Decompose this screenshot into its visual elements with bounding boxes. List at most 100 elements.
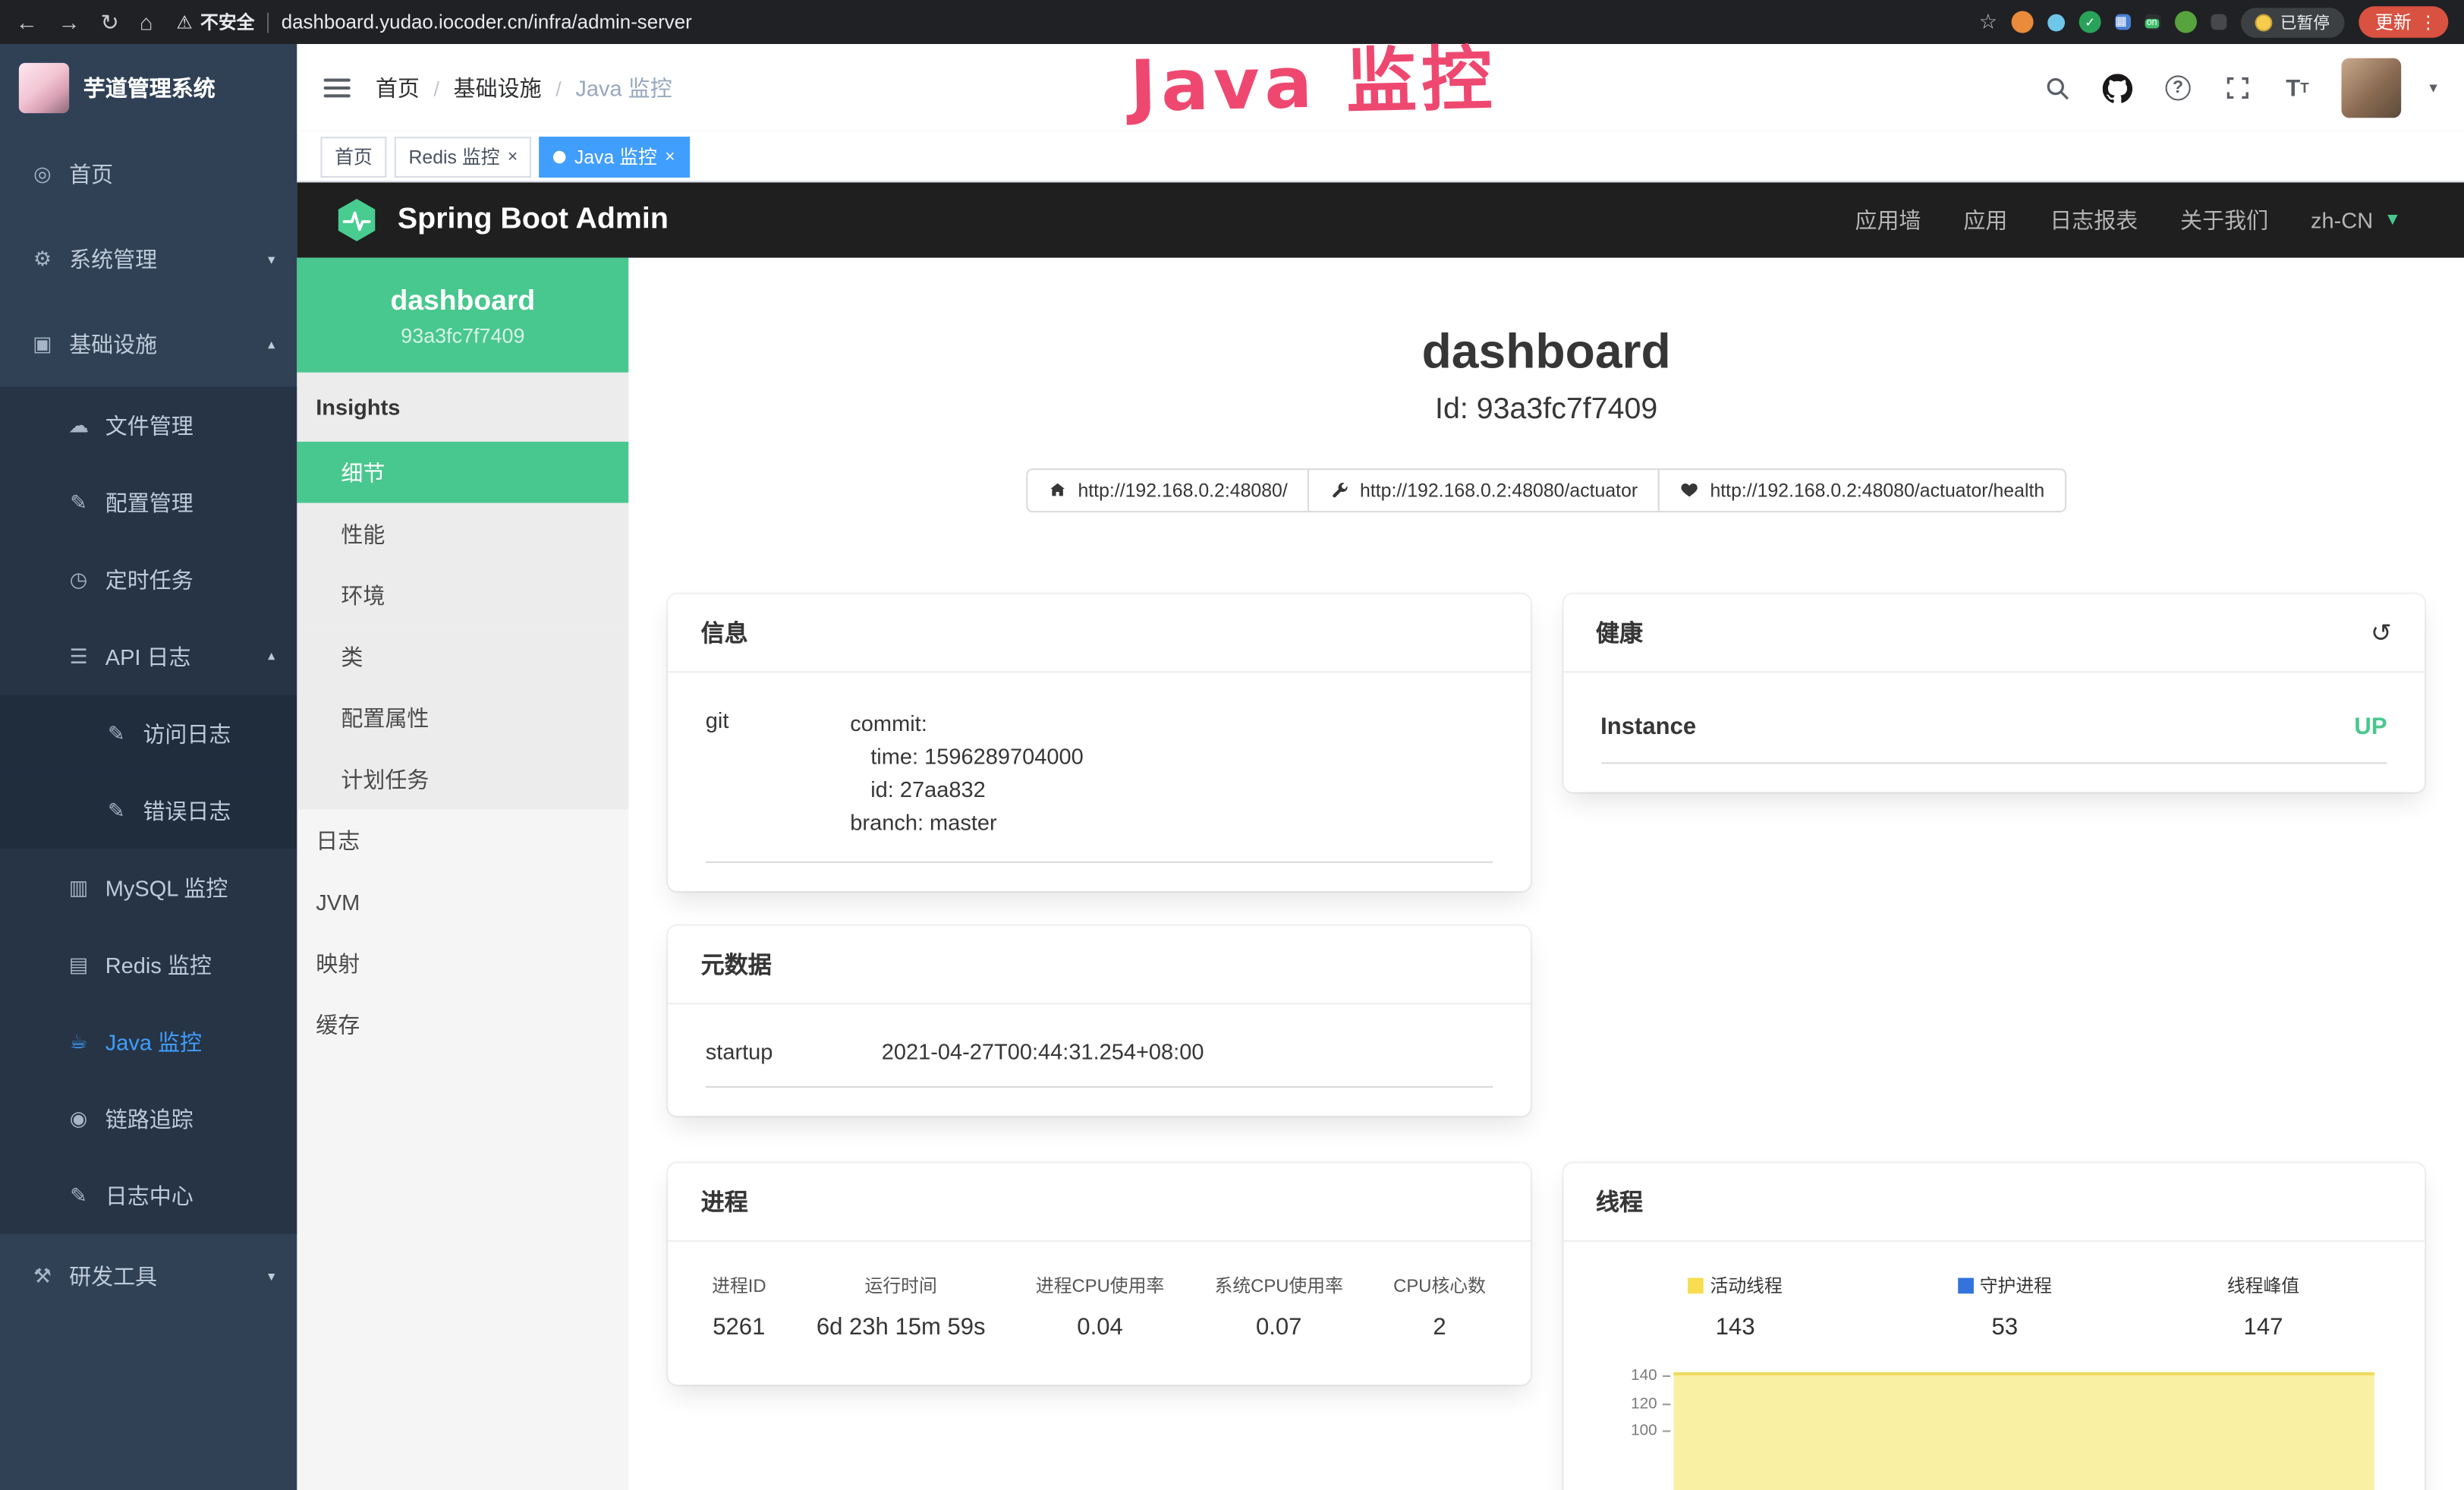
sba-menu-details[interactable]: 细节 (297, 442, 628, 503)
breadcrumb-separator: / (434, 76, 440, 99)
extension-icon[interactable]: ▦ (2115, 14, 2131, 30)
tab-redis-monitor[interactable]: Redis 监控 × (395, 136, 532, 177)
sba-navbar: Spring Boot Admin 应用墙 应用 日志报表 关于我们 zh-CN… (297, 182, 2464, 257)
sba-nav-wallboard[interactable]: 应用墙 (1855, 204, 1921, 235)
url-text[interactable]: dashboard.yudao.iocoder.cn/infra/admin-s… (282, 11, 692, 33)
sba-nav-about[interactable]: 关于我们 (2180, 204, 2268, 235)
monitor-icon: ▣ (30, 332, 55, 357)
back-icon[interactable]: ← (16, 9, 38, 34)
sba-menu-logs[interactable]: 日志 (297, 809, 628, 871)
logo-avatar (19, 63, 69, 113)
sidebar-item-config-management[interactable]: ✎ 配置管理 (0, 464, 297, 540)
instance-details: dashboard Id: 93a3fc7f7409 http://192.16… (628, 258, 2464, 1490)
reload-icon[interactable]: ↻ (101, 8, 119, 35)
health-url-button[interactable]: http://192.168.0.2:48080/actuator/health (1658, 468, 2066, 512)
sba-menu-environment[interactable]: 环境 (297, 564, 628, 625)
search-icon[interactable] (2043, 72, 2074, 103)
sidebar-item-api-logs[interactable]: ☰ API 日志 ▴ (0, 618, 297, 695)
breadcrumb-separator: / (555, 76, 562, 99)
sba-menu-caches[interactable]: 缓存 (297, 994, 628, 1055)
user-avatar[interactable] (2341, 58, 2401, 118)
close-icon[interactable]: × (665, 147, 675, 166)
info-git-row: git commit: time: 1596289704000 id: 27aa… (706, 695, 1492, 863)
breadcrumb: 首页 / 基础设施 / Java 监控 (376, 72, 672, 103)
caret-down-icon[interactable]: ▾ (2429, 80, 2437, 97)
edit-icon: ✎ (104, 720, 129, 745)
security-label[interactable]: 不安全 (200, 9, 254, 34)
history-icon[interactable]: ↺ (2371, 617, 2392, 648)
health-card: 健康 ↺ Instance UP (1562, 594, 2425, 792)
tab-java-monitor[interactable]: Java 监控 × (540, 136, 689, 177)
sidebar-item-scheduled-jobs[interactable]: ◷ 定时任务 (0, 540, 297, 617)
extension-icon[interactable] (2047, 14, 2065, 31)
extension-icon[interactable] (2211, 14, 2227, 30)
chevron-up-icon: ▴ (268, 647, 275, 665)
tags-view-bar: 首页 Redis 监控 × Java 监控 × (297, 132, 2464, 182)
document-icon: ☰ (66, 644, 91, 669)
extension-icon[interactable] (2175, 11, 2197, 33)
bookmark-star-icon[interactable]: ☆ (1979, 9, 1997, 34)
instance-links: http://192.168.0.2:48080/ http://192.168… (628, 468, 2464, 512)
tab-home[interactable]: 首页 (320, 136, 386, 177)
health-instance-row[interactable]: Instance UP (1600, 695, 2387, 764)
chevron-down-icon: ▾ (268, 1268, 275, 1285)
stat-uptime: 运行时间 6d 23h 15m 59s (817, 1273, 986, 1340)
sidebar-item-file-management[interactable]: ☁ 文件管理 (0, 386, 297, 463)
extension-icon[interactable] (2012, 11, 2034, 33)
sidebar-item-infrastructure[interactable]: ▣ 基础设施 ▴ (0, 302, 297, 387)
live-threads-area (1673, 1372, 2374, 1490)
help-icon[interactable]: ? (2162, 72, 2193, 103)
sidebar-item-tracing[interactable]: ◉ 链路追踪 (0, 1080, 297, 1157)
process-card: 进程 进程ID 5261 (668, 1163, 1530, 1384)
service-url-button[interactable]: http://192.168.0.2:48080/ (1026, 468, 1310, 512)
emoji-face-icon (2255, 14, 2273, 31)
extension-icon[interactable]: ✓ (2079, 11, 2101, 33)
clock-icon: ◷ (66, 567, 91, 592)
breadcrumb-infrastructure[interactable]: 基础设施 (454, 72, 542, 103)
paused-extension-badge[interactable]: 已暂停 (2241, 7, 2344, 36)
browser-home-icon[interactable]: ⌂ (140, 9, 153, 34)
actuator-url-button[interactable]: http://192.168.0.2:48080/actuator (1308, 468, 1660, 512)
sba-menu-scheduled-tasks[interactable]: 计划任务 (297, 748, 628, 810)
sidebar-item-home[interactable]: ◎ 首页 (0, 132, 297, 217)
instance-header[interactable]: dashboard 93a3fc7f7409 (297, 258, 628, 373)
kebab-menu-icon: ⋮ (2419, 11, 2437, 33)
sidebar-item-redis-monitor[interactable]: ▤ Redis 监控 (0, 926, 297, 1003)
sba-menu-config-properties[interactable]: 配置属性 (297, 687, 628, 748)
extension-icon[interactable]: on (2145, 14, 2161, 30)
sidebar-item-access-logs[interactable]: ✎ 访问日志 (0, 695, 297, 771)
fullscreen-icon[interactable] (2222, 72, 2253, 103)
font-size-icon[interactable]: TT (2282, 72, 2313, 103)
chevron-down-icon: ▼ (2384, 210, 2402, 229)
wrench-icon (1330, 481, 1349, 500)
toolbox-icon: ⚒ (30, 1264, 55, 1289)
sidebar-item-mysql-monitor[interactable]: ▥ MySQL 监控 (0, 849, 297, 925)
sidebar-item-system-management[interactable]: ⚙ 系统管理 ▾ (0, 217, 297, 302)
sba-nav-journal[interactable]: 日志报表 (2050, 204, 2138, 235)
sba-brand[interactable]: Spring Boot Admin (333, 197, 669, 244)
sidebar-item-dev-tools[interactable]: ⚒ 研发工具 ▾ (0, 1234, 297, 1319)
locale-selector[interactable]: zh-CN ▼ (2311, 207, 2401, 232)
divider (267, 12, 269, 33)
github-icon[interactable] (2103, 72, 2134, 103)
browser-update-button[interactable]: 更新 ⋮ (2358, 6, 2448, 37)
active-dot (554, 150, 567, 163)
instance-sidebar: dashboard 93a3fc7f7409 Insights 细节 性能 环境… (297, 258, 628, 1490)
close-icon[interactable]: × (508, 147, 518, 166)
sidebar-item-error-logs[interactable]: ✎ 错误日志 (0, 772, 297, 849)
sidebar-item-log-center[interactable]: ✎ 日志中心 (0, 1157, 297, 1233)
sba-menu-jvm[interactable]: JVM (297, 871, 628, 932)
sba-menu-performance[interactable]: 性能 (297, 503, 628, 565)
sba-menu-classes[interactable]: 类 (297, 625, 628, 687)
edit-icon: ✎ (66, 490, 91, 515)
coffee-icon: ☕ (66, 1029, 91, 1054)
edit-icon: ✎ (66, 1183, 91, 1208)
address-bar[interactable]: ⚠ 不安全 dashboard.yudao.iocoder.cn/infra/a… (176, 9, 1965, 34)
forward-icon[interactable]: → (58, 9, 80, 34)
hamburger-icon[interactable] (324, 79, 351, 98)
app-logo[interactable]: 芋道管理系统 (0, 44, 297, 132)
sba-nav-applications[interactable]: 应用 (1963, 204, 2007, 235)
sba-menu-mappings[interactable]: 映射 (297, 932, 628, 994)
sidebar-item-java-monitor[interactable]: ☕ Java 监控 (0, 1003, 297, 1079)
breadcrumb-home[interactable]: 首页 (376, 72, 420, 103)
